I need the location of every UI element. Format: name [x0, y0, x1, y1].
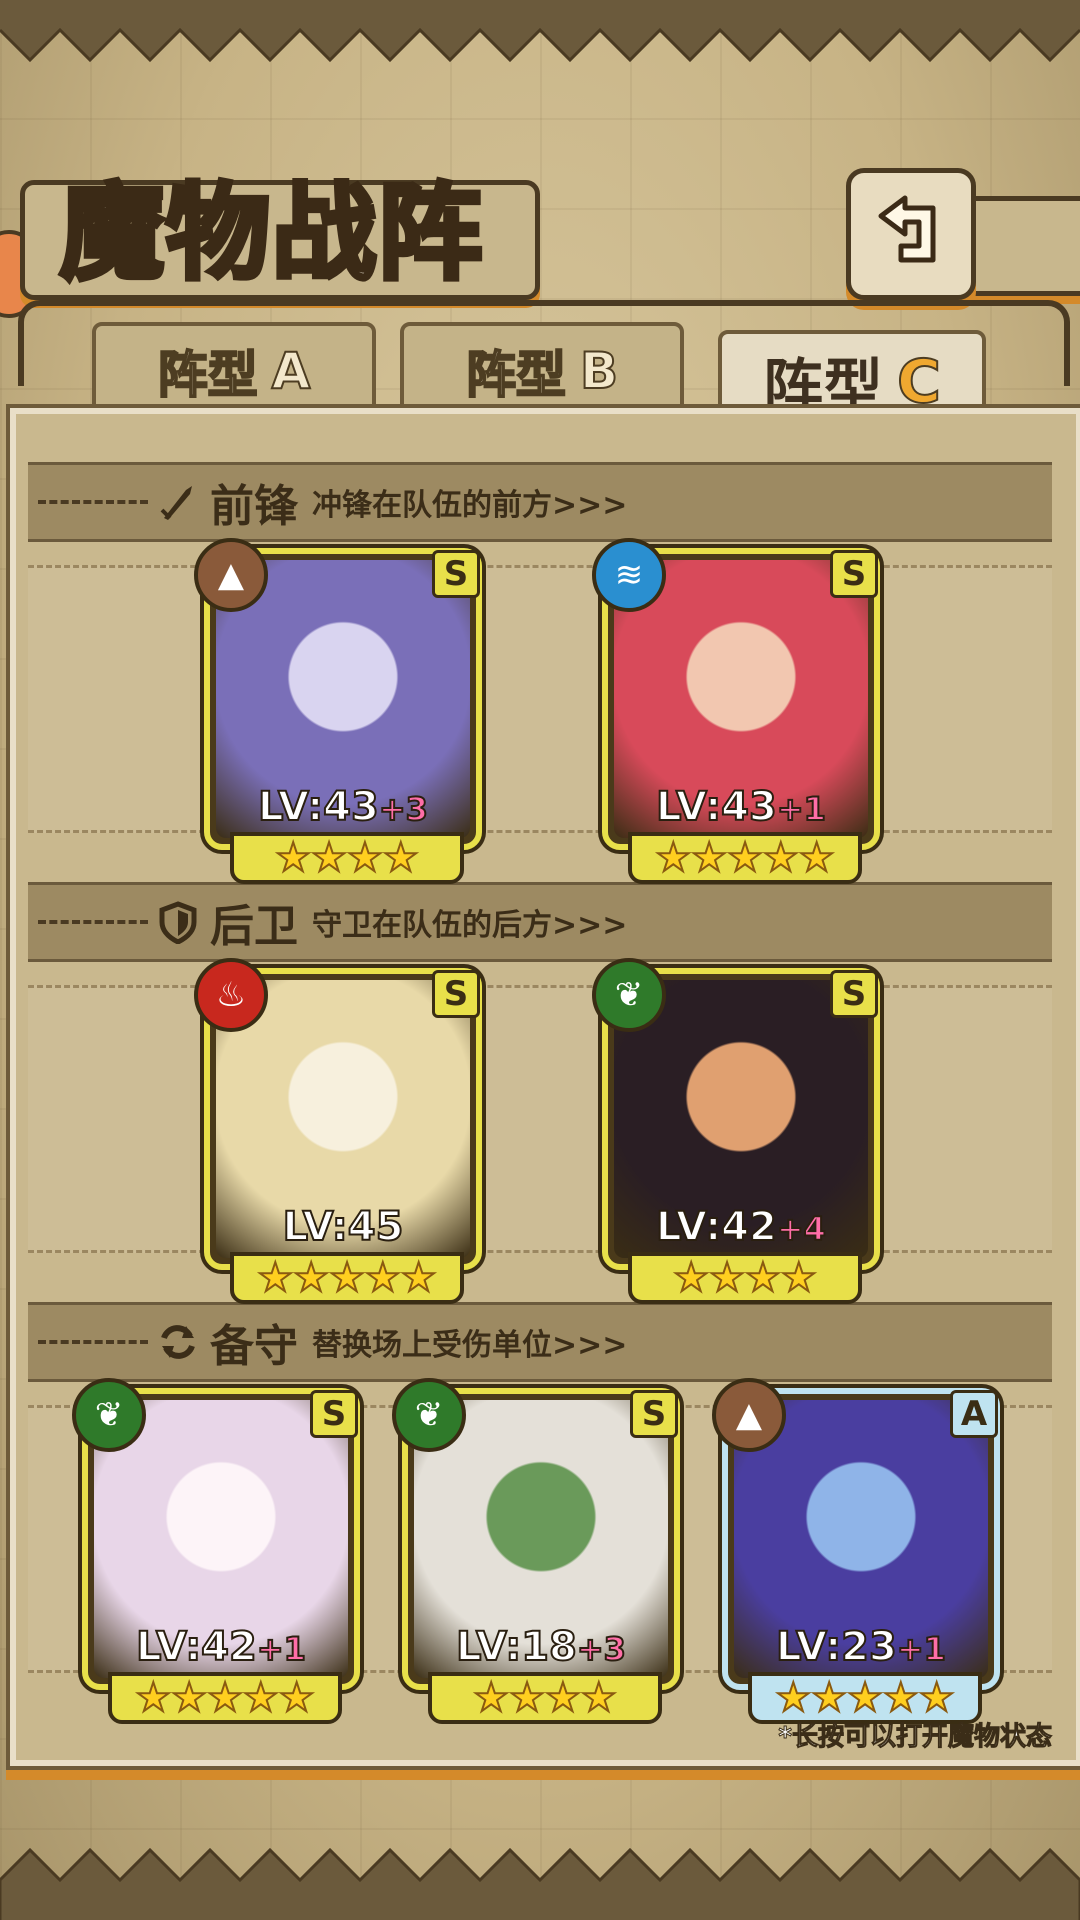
wood-element-icon: ❦ [392, 1378, 466, 1452]
section-subtitle: 冲锋在队伍的前方>>> [312, 488, 628, 523]
monster-card[interactable]: S ❦ LV:42+1 ★★★★★ [72, 1378, 360, 1724]
wood-element-icon: ❦ [592, 958, 666, 1032]
section-vanguard: 前锋 冲锋在队伍的前方>>> [28, 462, 1052, 542]
earth-element-icon: ▲ [194, 538, 268, 612]
top-border [0, 0, 1080, 63]
level-label: LV:45 [210, 1203, 476, 1251]
monster-card[interactable]: A ▲ LV:23+1 ★★★★★ [712, 1378, 1000, 1724]
level-bonus: +1 [256, 1629, 307, 1669]
level-label: LV:23+1 [728, 1623, 994, 1671]
star-rating: ★★★★ [230, 832, 464, 884]
wood-element-icon: ❦ [72, 1378, 146, 1452]
tab-letter: A [271, 341, 312, 401]
level-bonus: +3 [378, 789, 429, 829]
monster-card[interactable]: S ❦ LV:18+3 ★★★★ [392, 1378, 680, 1724]
level-bonus: +1 [896, 1629, 947, 1669]
rank-badge: S [830, 970, 878, 1018]
level-bonus: +1 [776, 789, 827, 829]
star-rating: ★★★★★ [628, 832, 862, 884]
level-label: LV:18+3 [408, 1623, 674, 1671]
monster-card[interactable]: S ▲ LV:43+3 ★★★★ [194, 538, 482, 884]
tab-label: 阵型 [157, 345, 259, 405]
level-bonus: +4 [776, 1209, 827, 1249]
vanguard-row [28, 565, 1052, 833]
fire-element-icon: ♨ [194, 958, 268, 1032]
earth-element-icon: ▲ [712, 1378, 786, 1452]
rank-badge: A [950, 1390, 998, 1438]
level-value: LV:43 [257, 783, 380, 831]
level-label: LV:42+1 [88, 1623, 354, 1671]
rank-badge: S [830, 550, 878, 598]
swap-icon [161, 1325, 195, 1359]
rank-badge: S [432, 970, 480, 1018]
level-label: LV:42+4 [608, 1203, 874, 1251]
monster-card[interactable]: S ♨ LV:45 ★★★★★ [194, 958, 482, 1304]
level-value: LV:43 [655, 783, 778, 831]
level-bonus: +3 [576, 1629, 627, 1669]
monster-card[interactable]: S ❦ LV:42+4 ★★★★ [592, 958, 880, 1304]
long-press-hint: *长按可以打开魔物状态 [778, 1722, 1053, 1753]
rearguard-row [28, 985, 1052, 1253]
section-title: 后卫 [210, 901, 298, 952]
back-strip [966, 196, 1080, 296]
monster-card[interactable]: S ≋ LV:43+1 ★★★★★ [592, 538, 880, 884]
section-reserve: 备守 替换场上受伤单位>>> [28, 1302, 1052, 1382]
sword-icon [160, 486, 192, 520]
star-rating: ★★★★★ [108, 1672, 342, 1724]
level-value: LV:45 [282, 1203, 405, 1251]
tab-formation-b[interactable]: 阵型 B [400, 322, 684, 420]
level-label: LV:43+3 [210, 783, 476, 831]
bottom-border [0, 1847, 1080, 1920]
level-value: LV:23 [775, 1623, 898, 1671]
rank-badge: S [310, 1390, 358, 1438]
water-element-icon: ≋ [592, 538, 666, 612]
level-label: LV:43+1 [608, 783, 874, 831]
star-rating: ★★★★★ [230, 1252, 464, 1304]
rank-badge: S [432, 550, 480, 598]
section-title: 前锋 [210, 481, 298, 532]
tab-label: 阵型 [465, 345, 567, 405]
tab-letter: B [579, 341, 619, 401]
level-value: LV:42 [655, 1203, 778, 1251]
tab-formation-a[interactable]: 阵型 A [92, 322, 376, 420]
return-icon [878, 195, 936, 263]
back-button[interactable] [846, 168, 976, 300]
section-rearguard: 后卫 守卫在队伍的后方>>> [28, 882, 1052, 962]
star-rating: ★★★★ [628, 1252, 862, 1304]
star-rating: ★★★★ [428, 1672, 662, 1724]
section-subtitle: 替换场上受伤单位>>> [312, 1328, 628, 1363]
shield-icon [159, 901, 197, 944]
level-value: LV:42 [135, 1623, 258, 1671]
rank-badge: S [630, 1390, 678, 1438]
section-subtitle: 守卫在队伍的后方>>> [312, 908, 628, 943]
page-title: 魔物战阵 [57, 170, 485, 297]
section-title: 备守 [210, 1321, 298, 1372]
tab-letter: C [896, 346, 942, 418]
level-value: LV:18 [455, 1623, 578, 1671]
